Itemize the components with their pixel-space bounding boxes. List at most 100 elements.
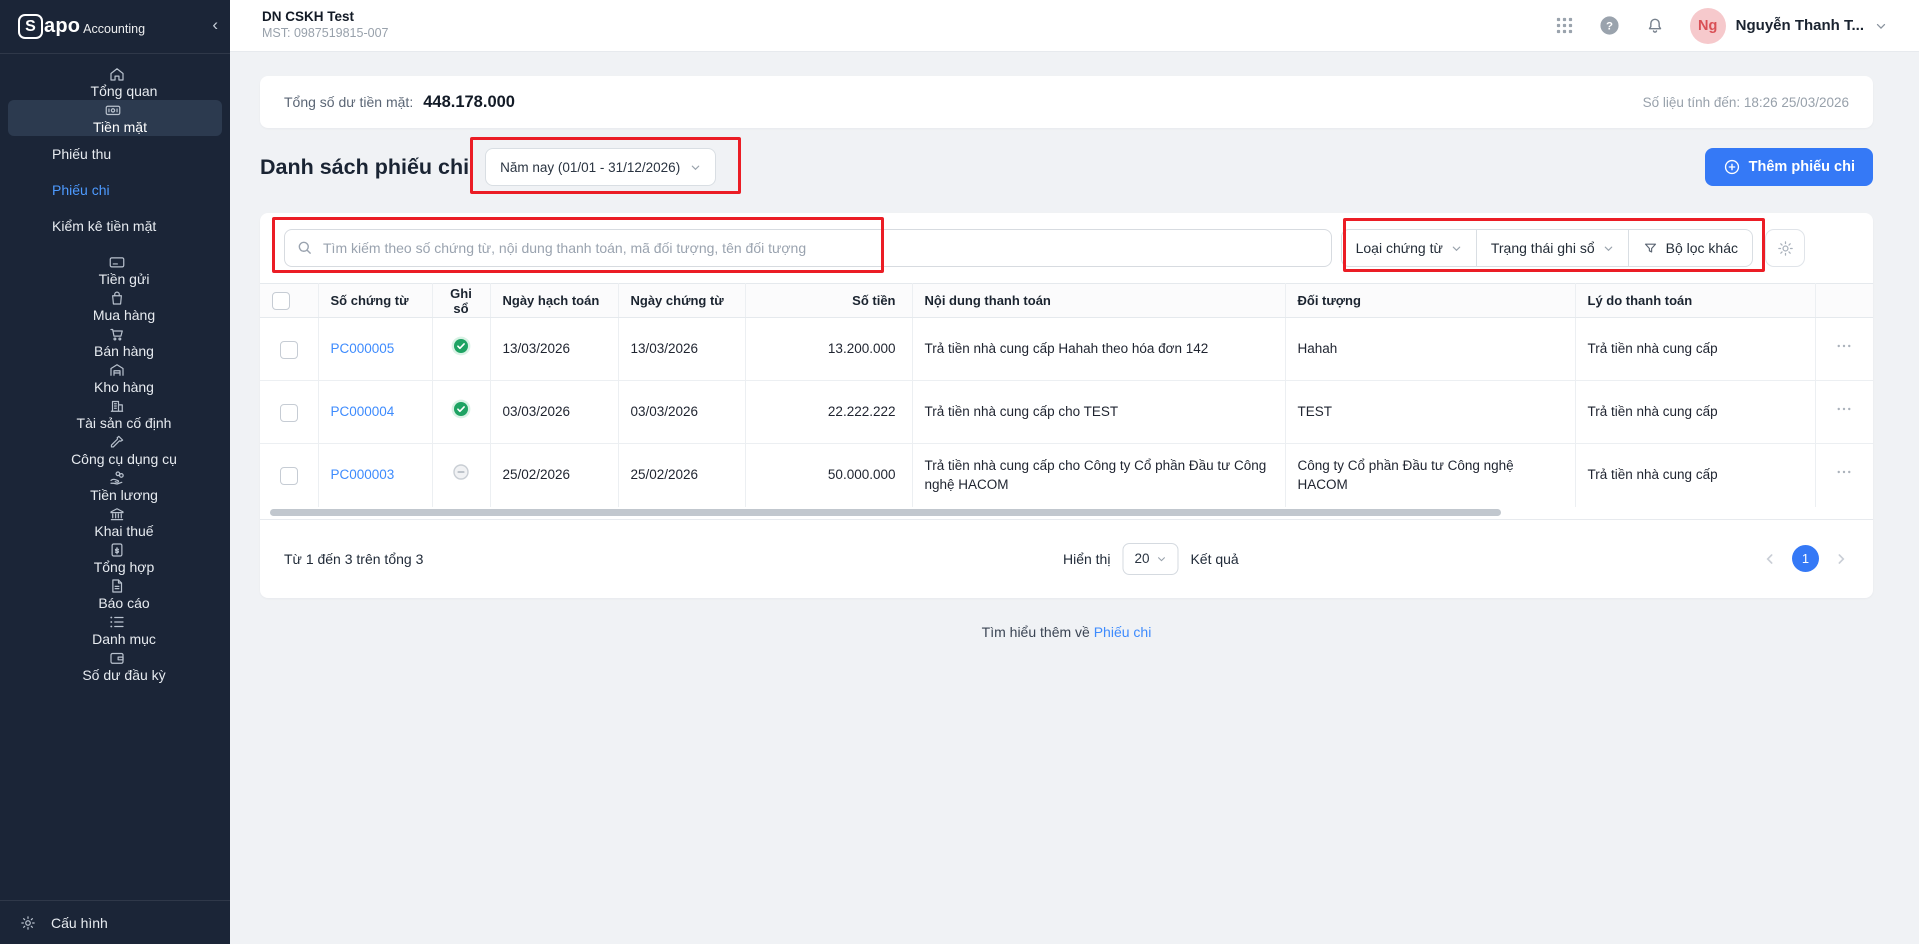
app-logo: S apo Accounting ‹ (0, 0, 230, 54)
sidebar-item-tien-luong[interactable]: Tiền lương (0, 468, 230, 504)
notifications-bell-icon[interactable] (1645, 16, 1665, 36)
funnel-icon (1643, 241, 1658, 256)
column-header-select (260, 283, 319, 318)
row-actions-button[interactable] (1835, 463, 1853, 481)
table-row: PC000004 03/03/2026 03/03/2026 22.222.222 Tr… (260, 380, 1873, 444)
title-row: Danh sách phiếu chi Năm nay (01/01 - 31/… (260, 148, 1873, 186)
chevron-down-icon (1451, 243, 1462, 254)
list-icon (108, 612, 127, 631)
search-icon (296, 239, 313, 261)
voucher-list-card: Loại chứng từ Trạng thái ghi sổ Bộ lọc khá… (260, 213, 1873, 598)
tax-icon (108, 504, 127, 523)
bank-card-icon (108, 252, 127, 271)
voucher-table: Số chứng từ Ghi sổ Ngày hạch toán Ngày chứn… (260, 283, 1873, 507)
sidebar-item-kho-hang[interactable]: Kho hàng (0, 360, 230, 396)
posted-status-icon (451, 399, 471, 419)
row-actions-button[interactable] (1835, 400, 1853, 418)
help-icon[interactable]: ? (1599, 15, 1620, 36)
row-checkbox[interactable] (279, 403, 298, 422)
sidebar-item-cong-cu-dung-cu[interactable]: Công cụ dụng cụ (0, 432, 230, 468)
row-checkbox[interactable] (279, 466, 298, 485)
column-header-ly-do-thanh-toan: Lý do thanh toán (1575, 283, 1816, 318)
voucher-code-link[interactable]: PC000004 (331, 404, 395, 419)
apps-grid-icon[interactable] (1555, 16, 1574, 35)
gear-icon (18, 913, 37, 932)
cell-posting-date: 03/03/2026 (490, 380, 619, 444)
filter-bo-loc-khac[interactable]: Bộ lọc khác (1628, 229, 1753, 267)
unposted-status-icon (451, 462, 471, 482)
previous-page-icon[interactable] (1762, 551, 1778, 567)
cell-amount: 50.000.000 (745, 443, 913, 507)
current-page-button[interactable]: 1 (1792, 545, 1819, 572)
per-page-label: Hiển thị (1062, 550, 1111, 567)
logo-brand-text: apo (44, 15, 81, 37)
sidebar-item-phieu-thu[interactable]: Phiếu thu (0, 136, 230, 172)
sidebar-item-mua-hang[interactable]: Mua hàng (0, 288, 230, 324)
cell-doc-date: 03/03/2026 (618, 380, 746, 444)
content: Tổng số dư tiền mặt: 448.178.000 Số liệu… (230, 52, 1919, 944)
voucher-code-link[interactable]: PC000005 (331, 341, 395, 356)
sidebar-collapse-button[interactable]: ‹ (212, 16, 218, 33)
summary-left: Tổng số dư tiền mặt: 448.178.000 (284, 93, 515, 112)
cell-reason: Trả tiền nhà cung cấp (1575, 443, 1816, 507)
period-filter-dropdown[interactable]: Năm nay (01/01 - 31/12/2026) (485, 148, 717, 186)
sidebar-item-tien-gui[interactable]: Tiền gửi (0, 252, 230, 288)
voucher-code-link[interactable]: PC000003 (331, 467, 395, 482)
search-input[interactable] (284, 229, 1332, 267)
filter-trang-thai-ghi-so[interactable]: Trạng thái ghi sổ (1476, 229, 1629, 267)
per-page-value: 20 (1134, 551, 1150, 566)
learn-more-text: Tìm hiểu thêm về (981, 623, 1090, 640)
column-header-noi-dung-thanh-toan: Nội dung thanh toán (912, 283, 1286, 318)
table-body: PC000005 13/03/2026 13/03/2026 13.200.000 Tr… (260, 317, 1873, 507)
sidebar-item-tien-mat[interactable]: Tiền mặt (8, 100, 222, 136)
sidebar: S apo Accounting ‹ Tổng quan Tiền mặt Phiế… (0, 0, 230, 944)
table-settings-gear-icon[interactable] (1765, 229, 1805, 267)
home-icon (108, 64, 127, 83)
warehouse-icon (108, 360, 127, 379)
avatar: Ng (1689, 7, 1726, 44)
pagination: 1 (1762, 545, 1849, 572)
filter-loai-chung-tu[interactable]: Loại chứng từ (1340, 229, 1477, 267)
sidebar-item-tong-quan[interactable]: Tổng quan (0, 64, 230, 100)
sidebar-item-ban-hang[interactable]: Bán hàng (0, 324, 230, 360)
user-menu[interactable]: Ng Nguyễn Thanh T... (1689, 7, 1888, 44)
next-page-icon[interactable] (1833, 551, 1849, 567)
report-icon (108, 576, 127, 595)
sidebar-item-khai-thue[interactable]: Khai thuế (0, 504, 230, 540)
chevron-down-icon (690, 162, 701, 173)
topbar-actions: ? Ng Nguyễn Thanh T... (1555, 7, 1888, 44)
sidebar-item-tong-hop[interactable]: Tổng hợp (0, 540, 230, 576)
sidebar-item-phieu-chi[interactable]: Phiếu chi (0, 172, 230, 208)
cell-description: Trả tiền nhà cung cấp Hahah theo hóa đơn… (912, 317, 1286, 381)
sidebar-item-bao-cao[interactable]: Báo cáo (0, 576, 230, 612)
summary-value: 448.178.000 (423, 92, 515, 111)
main-area: DN CSKH Test MST: 0987519815-007 ? Ng Ng… (230, 0, 1919, 944)
sidebar-item-tai-san-co-dinh[interactable]: Tài sản cố định (0, 396, 230, 432)
cell-posting-date: 25/02/2026 (490, 443, 619, 507)
row-checkbox[interactable] (279, 340, 298, 359)
svg-text:?: ? (1606, 21, 1613, 33)
table-header-row: Số chứng từ Ghi sổ Ngày hạch toán Ngày chứn… (260, 283, 1873, 318)
select-all-checkbox[interactable] (272, 291, 290, 310)
sidebar-item-so-du-dau-ky[interactable]: Số dư đầu kỳ (0, 648, 230, 684)
sidebar-item-danh-muc[interactable]: Danh mục (0, 612, 230, 648)
sidebar-item-cau-hinh[interactable]: Cấu hình (0, 900, 230, 944)
add-voucher-button[interactable]: Thêm phiếu chi (1704, 148, 1873, 186)
cell-partner: TEST (1285, 380, 1576, 444)
plus-circle-icon (1723, 158, 1741, 176)
summary-doc-icon (108, 540, 127, 559)
learn-more-link[interactable]: Phiếu chi (1094, 624, 1152, 640)
row-actions-button[interactable] (1835, 337, 1853, 355)
logo-s-mark: S (18, 14, 43, 39)
cell-description: Trả tiền nhà cung cấp cho TEST (912, 380, 1286, 444)
sidebar-nav: Tổng quan Tiền mặt Phiếu thu Phiếu chi Kiểm … (0, 54, 230, 900)
wallet-icon (108, 648, 127, 667)
tool-icon (108, 432, 127, 451)
horizontal-scrollbar[interactable] (270, 508, 1501, 516)
per-page-select[interactable]: 20 (1122, 542, 1179, 575)
chevron-down-icon (1603, 243, 1614, 254)
per-page-control: Hiển thị 20 Kết quả (1062, 542, 1239, 575)
sidebar-item-kiem-ke-tien-mat[interactable]: Kiểm kê tiền mặt (0, 208, 230, 244)
learn-more-note: Tìm hiểu thêm về Phiếu chi (260, 624, 1873, 640)
cell-doc-date: 13/03/2026 (618, 317, 746, 381)
